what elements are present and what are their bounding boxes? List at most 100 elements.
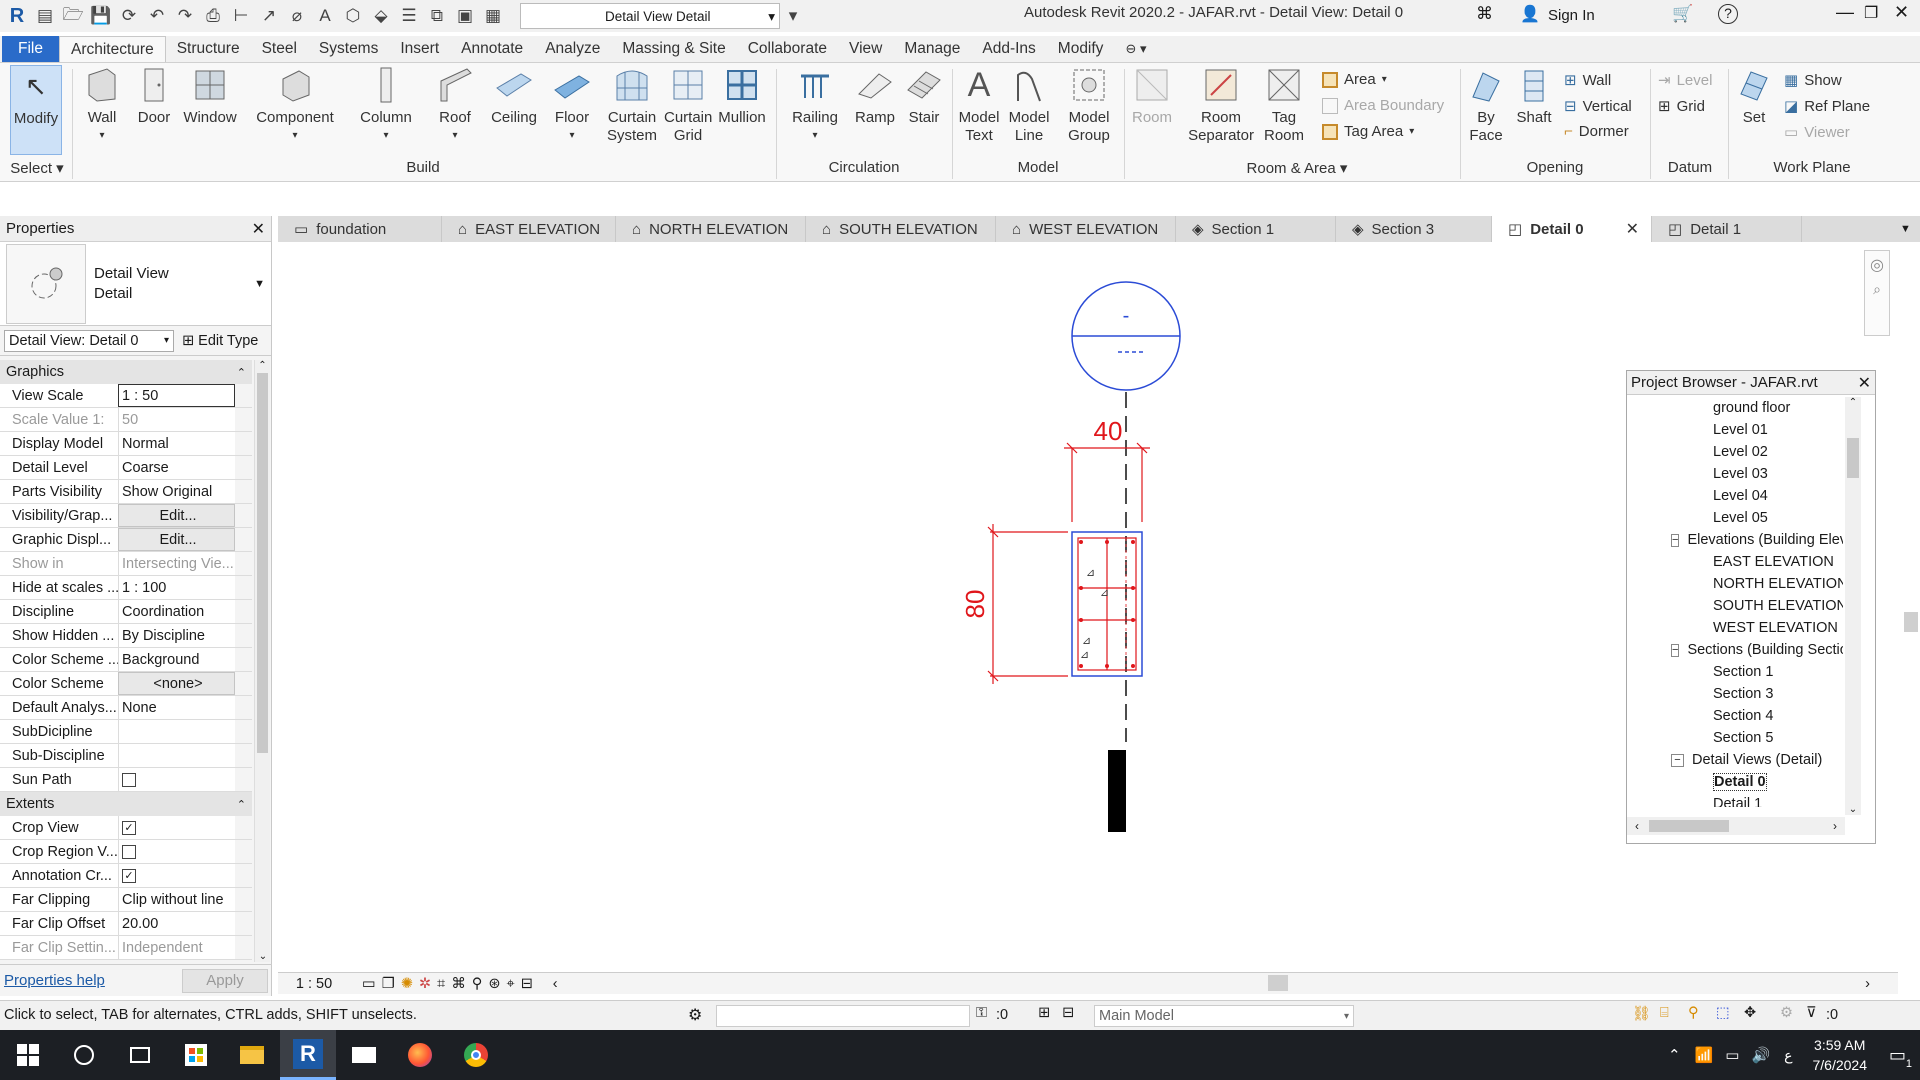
project-browser-close-icon[interactable]: ✕ — [1858, 373, 1871, 393]
property-row[interactable]: Far Clip Settin... Independent — [0, 936, 252, 960]
property-row[interactable]: Color Scheme ... Background — [0, 648, 252, 672]
roof-button[interactable]: Roof ▾ — [432, 65, 478, 145]
section-icon[interactable]: ⬙ — [368, 4, 394, 28]
crop-view-icon[interactable]: ⌗ — [437, 976, 445, 992]
tab-west-elevation[interactable]: ⌂ WEST ELEVATION — [996, 216, 1176, 242]
height-dimension[interactable] — [987, 524, 1068, 684]
grid-button[interactable]: ⊞ Grid — [1658, 97, 1705, 116]
lock-3d-icon[interactable]: ⌖ — [506, 976, 514, 992]
browser-item[interactable]: Section 5 — [1637, 727, 1843, 749]
select-links-icon[interactable]: ⛓ — [1632, 1005, 1650, 1022]
ribbon-minimize-icon[interactable]: ⊖ ▾ — [1114, 36, 1157, 62]
start-button[interactable] — [0, 1030, 56, 1080]
property-row[interactable]: Crop Region V... — [0, 840, 252, 864]
room-separator-button[interactable]: Room Separator — [1184, 65, 1258, 145]
property-row[interactable]: View Scale 1 : 50 — [0, 384, 252, 408]
type-dropdown-icon[interactable]: ▼ — [254, 278, 265, 290]
search-binoculars-icon[interactable]: ⌘ — [1476, 4, 1493, 24]
property-row[interactable]: Graphic Displ... Edit... — [0, 528, 252, 552]
tab-massing-site[interactable]: Massing & Site — [611, 36, 736, 62]
room-button[interactable]: Room — [1128, 65, 1176, 127]
canvas-vscroll-thumb[interactable] — [1904, 612, 1918, 632]
switch-windows-icon[interactable]: ▣ — [452, 4, 478, 28]
dimension-icon[interactable]: ↗ — [256, 4, 282, 28]
tab-manage[interactable]: Manage — [893, 36, 971, 62]
reveal-hidden-icon[interactable]: ⊛ — [488, 976, 500, 992]
opening-wall-button[interactable]: ⊞ Wall — [1564, 71, 1611, 90]
graphics-section[interactable]: Graphics ⌃ — [0, 360, 252, 384]
property-value[interactable]: 1 : 100 — [118, 576, 235, 599]
input-language[interactable]: ع — [1784, 1047, 1792, 1064]
modify-button[interactable]: ↖ Modify — [10, 65, 62, 155]
view-callout-bubble[interactable] — [1071, 281, 1181, 391]
revit-taskbar-button[interactable]: R — [280, 1030, 336, 1080]
browser-item[interactable]: Level 01 — [1637, 419, 1843, 441]
visual-style-icon[interactable]: ❐ — [382, 976, 395, 992]
property-value[interactable]: Clip without line — [118, 888, 235, 911]
property-value[interactable]: Intersecting Vie... — [118, 552, 235, 575]
property-value[interactable] — [118, 720, 235, 743]
property-checkbox[interactable]: ✓ — [122, 820, 136, 835]
property-row[interactable]: Parts Visibility Show Original — [0, 480, 252, 504]
text-icon[interactable]: A — [312, 4, 338, 28]
tab-structure[interactable]: Structure — [166, 36, 251, 62]
drawing-canvas[interactable]: - 40 80 ⊿ ⊿ ⊿ ⊿ ◎ ⌕ Project Browser - JA… — [278, 242, 1918, 976]
file-explorer-button[interactable] — [224, 1030, 280, 1080]
instance-selector[interactable]: Detail View: Detail 0 ▾ — [4, 329, 174, 352]
browser-item[interactable]: Level 03 — [1637, 463, 1843, 485]
property-row[interactable]: Show in Intersecting Vie... — [0, 552, 252, 576]
shaft-button[interactable]: Shaft — [1512, 65, 1556, 127]
door-button[interactable]: Door — [132, 65, 176, 127]
store-button[interactable] — [168, 1030, 224, 1080]
properties-help-link[interactable]: Properties help — [4, 972, 105, 989]
property-row[interactable]: Detail Level Coarse — [0, 456, 252, 480]
tab-view[interactable]: View — [838, 36, 893, 62]
design-options-icon[interactable]: ⊞ — [1038, 1005, 1050, 1021]
tab-analyze[interactable]: Analyze — [534, 36, 611, 62]
column-section[interactable]: ⊿ ⊿ ⊿ ⊿ — [1071, 531, 1143, 677]
browser-item[interactable]: − Detail Views (Detail) — [1637, 749, 1843, 771]
help-icon[interactable]: ? — [1718, 4, 1738, 24]
tab-close-icon[interactable]: ✕ — [1626, 219, 1639, 239]
property-value[interactable]: ✓ — [118, 864, 235, 887]
tab-detail-0[interactable]: ◰ Detail 0 ✕ — [1492, 216, 1652, 242]
model-text-button[interactable]: A Model Text — [954, 65, 1004, 145]
close-icon[interactable]: ✕ — [1894, 2, 1909, 23]
floor-button[interactable]: Floor ▾ — [548, 65, 596, 145]
dormer-button[interactable]: ⌐ Dormer — [1564, 123, 1629, 140]
sync-icon[interactable]: ⟳ — [116, 4, 142, 28]
browser-item[interactable]: SOUTH ELEVATION — [1637, 595, 1843, 617]
battery-icon[interactable]: ▭ — [1725, 1046, 1739, 1064]
workset-dropdown[interactable] — [716, 1005, 970, 1027]
property-checkbox[interactable] — [122, 844, 136, 859]
properties-scroll-thumb[interactable] — [257, 373, 268, 753]
undo-icon[interactable]: ↶ — [144, 4, 170, 28]
filter-icon[interactable]: ⊽ — [1806, 1005, 1817, 1021]
mail-button[interactable] — [336, 1030, 392, 1080]
browser-item[interactable]: Section 1 — [1637, 661, 1843, 683]
by-face-button[interactable]: By Face — [1464, 65, 1508, 145]
property-value[interactable]: Normal — [118, 432, 235, 455]
tab-north-elevation[interactable]: ⌂ NORTH ELEVATION — [616, 216, 806, 242]
tab-modify[interactable]: Modify — [1047, 36, 1115, 62]
project-browser-vscroll[interactable]: ⌃ ⌄ — [1845, 397, 1861, 815]
show-crop-icon[interactable]: ⌘ — [451, 976, 466, 992]
property-checkbox[interactable]: ✓ — [122, 868, 136, 883]
property-value[interactable]: <none> — [118, 672, 235, 695]
property-value[interactable]: Coordination — [118, 600, 235, 623]
sign-in-link[interactable]: Sign In — [1548, 7, 1595, 24]
type-selector[interactable]: Detail View Detail ▼ — [0, 242, 271, 326]
tab-steel[interactable]: Steel — [251, 36, 308, 62]
collapse-toggle-icon[interactable]: − — [1671, 533, 1680, 547]
property-row[interactable]: Sub-Discipline — [0, 744, 252, 768]
app-menu-icon[interactable]: ▤ — [32, 4, 58, 28]
model-group-button[interactable]: Model Group — [1060, 65, 1118, 145]
tab-overflow-icon[interactable]: ▼ — [1900, 216, 1920, 242]
analysis-icon[interactable]: ⊟ — [521, 976, 533, 992]
volume-icon[interactable]: 🔊 — [1751, 1046, 1770, 1064]
ceiling-button[interactable]: Ceiling — [486, 65, 542, 127]
show-button[interactable]: ▦ Show — [1784, 71, 1842, 90]
property-value[interactable]: Background — [118, 648, 235, 671]
browser-item[interactable]: EAST ELEVATION — [1637, 551, 1843, 573]
property-value[interactable]: Edit... — [118, 504, 235, 527]
